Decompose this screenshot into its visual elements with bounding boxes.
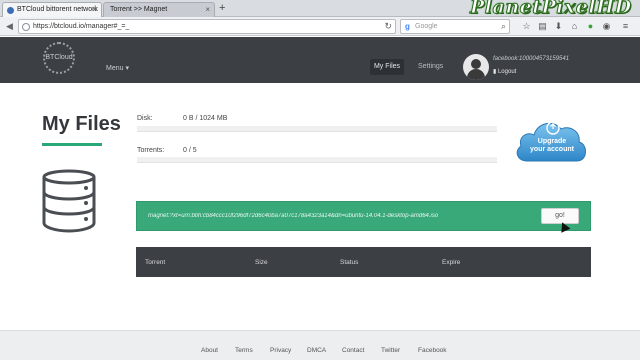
close-tab-icon[interactable]: × <box>92 5 97 14</box>
upgrade-account-button[interactable]: Upgrade your account <box>522 138 582 154</box>
upgrade-label-line1: Upgrade <box>537 138 567 145</box>
column-header-size[interactable]: Size <box>255 259 268 266</box>
tab-label: Torrent >> Magnet <box>110 6 168 13</box>
address-bar[interactable]: https://btcloud.io/manager#_=_ ↻ <box>18 19 396 34</box>
disk-value: 0 B / 1024 MB <box>183 115 228 122</box>
footer-link-about[interactable]: About <box>201 347 218 354</box>
addon-icon[interactable]: ● <box>585 20 596 32</box>
disk-progress-bar <box>137 126 497 132</box>
nav-settings[interactable]: Settings <box>418 59 443 75</box>
globe-icon <box>7 7 14 14</box>
back-icon[interactable]: ◀ <box>3 20 16 33</box>
chat-icon[interactable]: ◉ <box>601 20 612 32</box>
url-text: https://btcloud.io/manager#_=_ <box>33 23 130 30</box>
watermark-logo: PlanetPixelHD <box>470 0 632 19</box>
site-footer: About Terms Privacy DMCA Contact Twitter… <box>0 330 640 360</box>
torrents-progress-bar <box>137 157 497 163</box>
footer-link-privacy[interactable]: Privacy <box>270 347 291 354</box>
footer-link-terms[interactable]: Terms <box>235 347 253 354</box>
new-tab-button[interactable]: + <box>219 2 225 14</box>
menu-dropdown[interactable]: Menu ▾ <box>106 64 129 72</box>
column-header-torrent[interactable]: Torrent <box>145 259 165 266</box>
magnet-link-input[interactable] <box>145 207 531 225</box>
google-icon: g <box>405 22 410 31</box>
page-title: My Files <box>42 113 121 135</box>
reload-icon[interactable]: ↻ <box>384 21 392 32</box>
upgrade-label-line2: your account <box>530 146 574 153</box>
star-icon[interactable]: ☆ <box>521 20 532 32</box>
globe-icon <box>22 23 30 31</box>
database-icon <box>42 169 96 233</box>
search-placeholder: Google <box>415 23 438 30</box>
column-header-status[interactable]: Status <box>340 259 358 266</box>
footer-link-facebook[interactable]: Facebook <box>418 347 447 354</box>
download-icon[interactable]: ⬇ <box>553 20 564 32</box>
files-table-header: Torrent Size Status Expire <box>136 247 591 277</box>
logout-link[interactable]: ▮ Logout <box>493 68 516 75</box>
browser-toolbar: ◀ https://btcloud.io/manager#_=_ ↻ g Goo… <box>0 17 640 36</box>
hamburger-menu-icon[interactable]: ≡ <box>620 20 631 32</box>
title-underline <box>42 143 102 146</box>
browser-tab-btcloud[interactable]: BTCloud bittorent network × <box>2 2 102 17</box>
search-icon[interactable]: ⌕ <box>501 21 506 32</box>
torrents-value: 0 / 5 <box>183 147 197 154</box>
footer-link-dmca[interactable]: DMCA <box>307 347 326 354</box>
close-tab-icon[interactable]: × <box>205 5 210 14</box>
torrents-label: Torrents: <box>137 147 165 154</box>
magnet-form: go! <box>136 201 591 231</box>
search-input[interactable]: g Google ⌕ <box>400 19 510 34</box>
browser-tab-torrent-magnet[interactable]: Torrent >> Magnet × <box>103 2 215 17</box>
btcloud-logo[interactable]: BTCloud <box>43 42 75 74</box>
nav-my-files[interactable]: My Files <box>370 59 404 75</box>
column-header-expire[interactable]: Expire <box>442 259 460 266</box>
user-name: facebook:100004573159541 <box>493 56 570 62</box>
footer-link-contact[interactable]: Contact <box>342 347 364 354</box>
clipboard-icon[interactable]: ▤ <box>537 20 548 32</box>
tab-label: BTCloud bittorent network <box>17 6 98 13</box>
browser-tab-strip: BTCloud bittorent network × Torrent >> M… <box>0 0 640 19</box>
site-header: BTCloud Menu ▾ My Files Settings faceboo… <box>0 37 640 83</box>
avatar <box>463 54 489 80</box>
disk-label: Disk: <box>137 115 153 122</box>
go-button[interactable]: go! <box>541 208 579 224</box>
footer-link-twitter[interactable]: Twitter <box>381 347 400 354</box>
home-icon[interactable]: ⌂ <box>569 20 580 32</box>
